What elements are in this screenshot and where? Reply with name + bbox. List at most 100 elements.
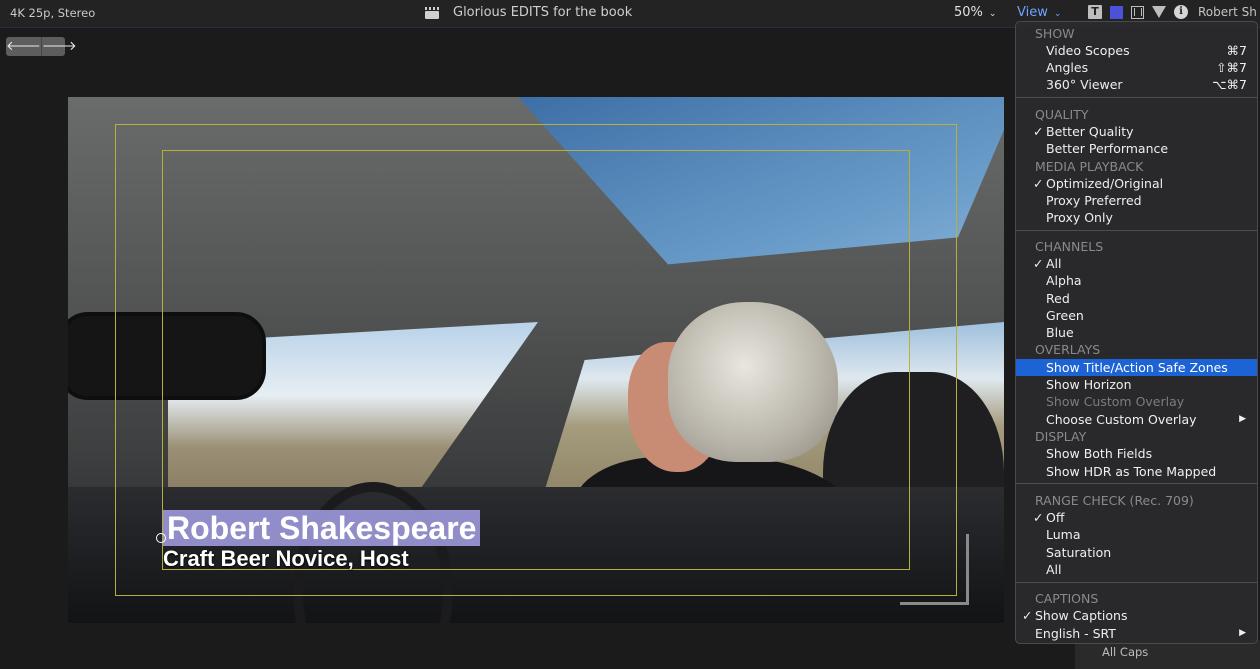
menu-item-label: Luma: [1046, 527, 1081, 542]
menu-item-luma[interactable]: Luma: [1016, 526, 1257, 543]
menu-item-label: Show HDR as Tone Mapped: [1046, 464, 1217, 479]
info-icon[interactable]: i: [1174, 5, 1188, 19]
anchor-point-icon[interactable]: [156, 533, 166, 543]
funnel-icon[interactable]: [1152, 6, 1166, 18]
menu-item-label: CHANNELS: [1035, 239, 1104, 254]
menu-item-blue[interactable]: Blue: [1016, 324, 1257, 341]
history-nav: 🡐 🡒: [6, 37, 77, 56]
menu-item-label: Alpha: [1046, 273, 1082, 288]
menu-item-video-scopes[interactable]: Video Scopes ⌘7: [1016, 42, 1257, 59]
color-board-icon[interactable]: [1110, 5, 1123, 19]
menu-item-label: DISPLAY: [1035, 429, 1087, 444]
checkmark-icon: ✓: [1033, 510, 1044, 525]
titles-icon[interactable]: T: [1088, 5, 1102, 19]
menu-item-better-performance[interactable]: Better Performance: [1016, 140, 1257, 157]
menu-item-label: Off: [1046, 510, 1065, 525]
menu-item-all[interactable]: All: [1016, 561, 1257, 578]
menu-item-label: Proxy Only: [1046, 210, 1113, 225]
chevron-down-icon: ⌄: [988, 9, 997, 19]
menu-item-alpha[interactable]: Alpha: [1016, 272, 1257, 289]
back-arrow-icon[interactable]: 🡐: [6, 37, 42, 56]
view-dropdown-menu: SHOW Video Scopes ⌘7 Angles ⇧⌘7 360° Viewer ⌥⌘…: [1015, 21, 1258, 644]
menu-item-label: 360° Viewer: [1046, 77, 1123, 92]
menu-item-label: Blue: [1046, 325, 1074, 340]
menu-item-proxy-preferred[interactable]: Proxy Preferred: [1016, 192, 1257, 209]
filmstrip-icon[interactable]: [1131, 5, 1144, 19]
chevron-down-icon: ⌄: [1053, 9, 1062, 19]
menu-item-show-hdr-as-tone-mapped[interactable]: Show HDR as Tone Mapped: [1016, 463, 1257, 480]
menu-item-label: Better Quality: [1046, 124, 1134, 139]
menu-item-proxy-only[interactable]: Proxy Only: [1016, 209, 1257, 226]
menu-item-red[interactable]: Red: [1016, 290, 1257, 307]
menu-item-angles[interactable]: Angles ⇧⌘7: [1016, 59, 1257, 76]
menu-item-label: Angles: [1046, 60, 1089, 75]
menu-item-show-both-fields[interactable]: Show Both Fields: [1016, 445, 1257, 462]
inspector-caps-option[interactable]: All Caps: [1102, 645, 1148, 659]
view-menu-button[interactable]: View ⌄: [1017, 5, 1061, 20]
menu-item-label: Proxy Preferred: [1046, 193, 1142, 208]
forward-arrow-icon[interactable]: 🡒: [42, 37, 77, 56]
view-label: View: [1017, 5, 1048, 20]
user-name: Robert Sh: [1198, 5, 1257, 19]
checkmark-icon: ✓: [1033, 176, 1044, 191]
menu-item-show-custom-overlay[interactable]: Show Custom Overlay: [1016, 393, 1257, 410]
toolbar-icons: T i Robert Sh: [1088, 5, 1257, 19]
menu-item-off[interactable]: ✓ Off: [1016, 509, 1257, 526]
menu-item-label: Show Custom Overlay: [1046, 394, 1185, 409]
video-viewer[interactable]: Robert Shakespeare Craft Beer Novice, Ho…: [68, 97, 1004, 623]
menu-item-label: Video Scopes: [1046, 43, 1130, 58]
menu-item-label: All: [1046, 256, 1062, 271]
menu-item-label: Show Both Fields: [1046, 446, 1153, 461]
menu-item-label: OVERLAYS: [1035, 342, 1101, 357]
menu-item-choose-custom-overlay[interactable]: Choose Custom Overlay ▶: [1016, 411, 1257, 428]
project-title: Glorious EDITS for the book: [453, 5, 633, 20]
menu-item-label: Red: [1046, 291, 1070, 306]
checkmark-icon: ✓: [1022, 608, 1033, 623]
menu-separator: [1016, 97, 1257, 98]
lower-third-name[interactable]: Robert Shakespeare: [163, 510, 481, 546]
lower-third-title[interactable]: Craft Beer Novice, Host: [163, 546, 409, 572]
menu-section-quality: QUALITY: [1016, 106, 1257, 123]
transform-handle[interactable]: [900, 534, 969, 605]
menu-item-english-srt[interactable]: English - SRT ▶: [1016, 625, 1257, 642]
menu-item-label: Show Title/Action Safe Zones: [1046, 360, 1228, 375]
menu-section-show: SHOW: [1016, 25, 1257, 42]
menu-item-all[interactable]: ✓ All: [1016, 255, 1257, 272]
menu-item-label: English - SRT: [1035, 626, 1116, 641]
submenu-arrow-icon: ▶: [1239, 628, 1246, 638]
submenu-arrow-icon: ▶: [1239, 414, 1246, 424]
checkmark-icon: ✓: [1033, 124, 1044, 139]
menu-item-label: Saturation: [1046, 545, 1112, 560]
menu-item-label: MEDIA PLAYBACK: [1035, 159, 1144, 174]
title-safe-zone: [162, 150, 910, 570]
menu-section-captions: CAPTIONS: [1016, 590, 1257, 607]
format-label: 4K 25p, Stereo: [10, 6, 96, 20]
project-title-area: Glorious EDITS for the book: [425, 5, 632, 20]
menu-item-show-horizon[interactable]: Show Horizon: [1016, 376, 1257, 393]
menu-item-green[interactable]: Green: [1016, 307, 1257, 324]
keyboard-shortcut: ⌘7: [1226, 43, 1247, 58]
menu-item-show-title-action-safe-zones[interactable]: Show Title/Action Safe Zones: [1016, 359, 1257, 376]
menu-section-overlays: OVERLAYS: [1016, 341, 1257, 358]
menu-item-label: QUALITY: [1035, 107, 1089, 122]
menu-separator: [1016, 483, 1257, 484]
menu-item-label: Show Captions: [1035, 608, 1128, 623]
menu-section-channels: CHANNELS: [1016, 238, 1257, 255]
menu-item-optimized-original[interactable]: ✓ Optimized/Original: [1016, 175, 1257, 192]
checkmark-icon: ✓: [1033, 256, 1044, 271]
menu-item-show-captions[interactable]: ✓ Show Captions: [1016, 607, 1257, 624]
menu-section-display: DISPLAY: [1016, 428, 1257, 445]
menu-item-label: Show Horizon: [1046, 377, 1132, 392]
menu-item-360-viewer[interactable]: 360° Viewer ⌥⌘7: [1016, 76, 1257, 93]
clapperboard-icon: [425, 6, 439, 19]
zoom-dropdown[interactable]: 50% ⌄: [954, 5, 996, 20]
zoom-value: 50%: [954, 5, 983, 20]
menu-item-better-quality[interactable]: ✓ Better Quality: [1016, 123, 1257, 140]
menu-item-label: Green: [1046, 308, 1084, 323]
menu-section-range-check-rec-709: RANGE CHECK (Rec. 709): [1016, 492, 1257, 509]
menu-item-label: CAPTIONS: [1035, 591, 1099, 606]
menu-item-label: SHOW: [1035, 26, 1075, 41]
keyboard-shortcut: ⇧⌘7: [1216, 60, 1247, 75]
menu-item-saturation[interactable]: Saturation: [1016, 544, 1257, 561]
menu-item-label: Better Performance: [1046, 141, 1169, 156]
